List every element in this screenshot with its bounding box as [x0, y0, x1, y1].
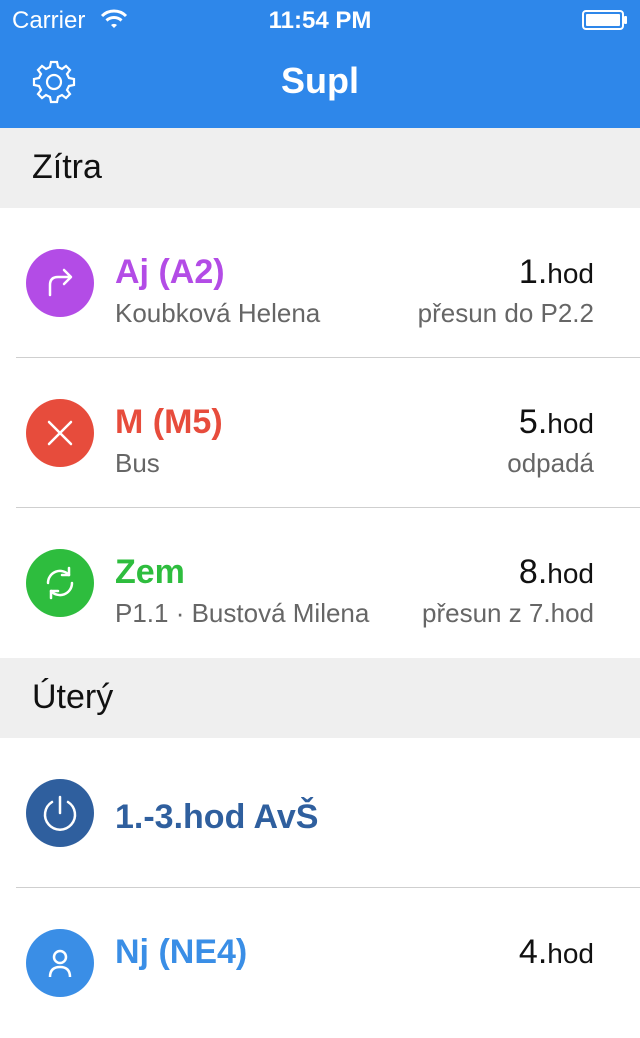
- change-note: přesun z 7.hod: [421, 598, 594, 628]
- list-item[interactable]: Zem P1.1 · Bustová Milena 8.hod přesun z…: [0, 508, 640, 658]
- change-note: odpadá: [507, 448, 594, 478]
- section-label: Úterý: [32, 678, 114, 716]
- section-label: Zítra: [32, 148, 102, 186]
- hour-label: 4.hod: [519, 933, 594, 972]
- navigation-bar: Carrier 11:54 PM Supl: [0, 0, 640, 128]
- list-item[interactable]: Aj (A2) Koubková Helena 1.hod přesun do …: [0, 208, 640, 358]
- list-item[interactable]: Nj (NE4) 4.hod: [0, 888, 640, 1038]
- teacher-label: P1.1 · Bustová Milena: [115, 598, 370, 628]
- person-icon: [26, 929, 94, 997]
- subject-label: M (M5): [115, 403, 223, 441]
- subject-label: Nj (NE4): [115, 933, 248, 971]
- power-clock-icon: [26, 779, 94, 847]
- list-item[interactable]: 1.-3.hod AvŠ: [0, 738, 640, 888]
- close-x-icon: [26, 399, 94, 467]
- list-item[interactable]: M (M5) Bus 5.hod odpadá: [0, 358, 640, 508]
- hour-number: 4.: [518, 933, 548, 971]
- page-title: Supl: [281, 60, 359, 101]
- teacher-label: Bus: [115, 448, 160, 478]
- redirect-arrow-icon: [26, 249, 94, 317]
- absence-label: 1.-3.hod AvŠ: [115, 798, 319, 836]
- section-header: Úterý: [0, 658, 640, 738]
- subject-label: Aj (A2): [115, 253, 225, 291]
- swap-refresh-icon: [26, 549, 94, 617]
- hour-label: 5.hod: [519, 403, 594, 442]
- status-bar: Carrier 11:54 PM: [0, 0, 640, 40]
- hour-unit: hod: [547, 258, 594, 289]
- battery-icon: [582, 10, 627, 30]
- hour-label: 8.hod: [519, 553, 594, 592]
- status-time: 11:54 PM: [268, 7, 372, 34]
- hour-unit: hod: [547, 408, 594, 439]
- hour-unit: hod: [547, 938, 594, 969]
- section-header: Zítra: [0, 128, 640, 208]
- hour-label: 1.hod: [519, 253, 594, 292]
- teacher-label: Koubková Helena: [115, 298, 321, 328]
- hour-unit: hod: [547, 558, 594, 589]
- change-note: přesun do P2.2: [417, 298, 594, 328]
- subject-label: Zem: [115, 553, 185, 591]
- hour-number: 5.: [518, 403, 548, 441]
- hour-number: 8.: [518, 553, 548, 591]
- hour-number: 1.: [518, 253, 548, 291]
